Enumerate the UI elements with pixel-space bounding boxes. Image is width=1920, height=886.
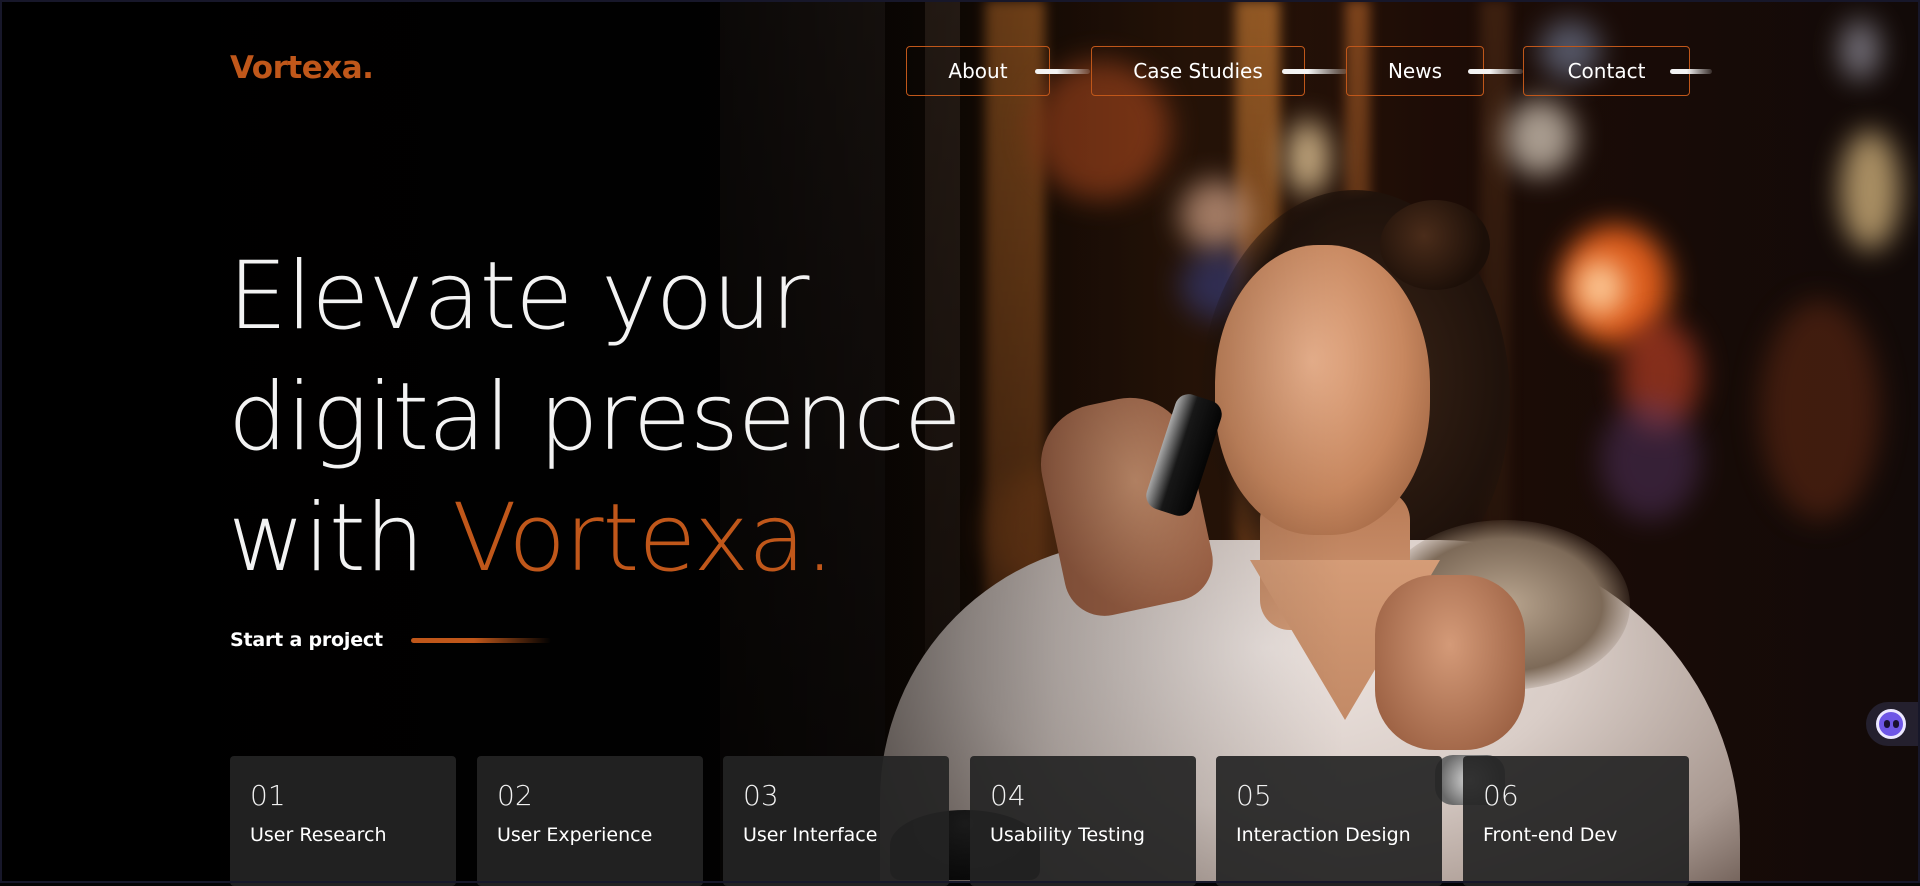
service-title: Usability Testing (990, 824, 1145, 846)
service-card-usability-testing[interactable]: 04 Usability Testing (970, 756, 1196, 886)
nav-about-underline (1035, 69, 1090, 74)
service-number: 01 (250, 779, 286, 812)
nav-case-studies-underline (1282, 69, 1347, 74)
service-number: 05 (1236, 779, 1272, 812)
nav-contact-underline (1670, 69, 1712, 74)
service-card-front-end-dev[interactable]: 06 Front-end Dev (1463, 756, 1689, 886)
service-title: Front-end Dev (1483, 824, 1618, 846)
nav-case-studies[interactable]: Case Studies (1091, 46, 1305, 96)
hero-headline: Elevate your digital presence with Vorte… (228, 236, 962, 599)
nav-news[interactable]: News (1346, 46, 1484, 96)
service-card-user-research[interactable]: 01 User Research (230, 756, 456, 886)
service-number: 04 (990, 779, 1026, 812)
headline-line-1: Elevate your (228, 242, 810, 351)
service-number: 06 (1483, 779, 1519, 812)
start-project-underline (410, 637, 551, 643)
headline-line-2: digital presence (228, 363, 962, 472)
service-number: 02 (497, 779, 533, 812)
service-card-user-interface[interactable]: 03 User Interface (723, 756, 949, 886)
service-card-interaction-design[interactable]: 05 Interaction Design (1216, 756, 1442, 886)
service-number: 03 (743, 779, 779, 812)
chat-assistant-icon (1876, 709, 1906, 739)
service-title: User Research (250, 824, 387, 846)
headline-line-3: with Vortexa. (228, 478, 961, 599)
start-project-link[interactable]: Start a project (230, 629, 551, 651)
headline-brand-accent: Vortexa. (452, 484, 834, 593)
start-project-label: Start a project (230, 629, 383, 651)
service-title: User Experience (497, 824, 653, 846)
nav-contact[interactable]: Contact (1523, 46, 1690, 96)
chat-assistant-button[interactable] (1866, 702, 1920, 746)
service-title: User Interface (743, 824, 878, 846)
nav-about[interactable]: About (906, 46, 1050, 96)
service-card-user-experience[interactable]: 02 User Experience (477, 756, 703, 886)
nav-news-underline (1468, 69, 1523, 74)
headline-line-3-prefix: with (228, 484, 453, 593)
brand-logo[interactable]: Vortexa. (230, 50, 374, 86)
service-title: Interaction Design (1236, 824, 1411, 846)
